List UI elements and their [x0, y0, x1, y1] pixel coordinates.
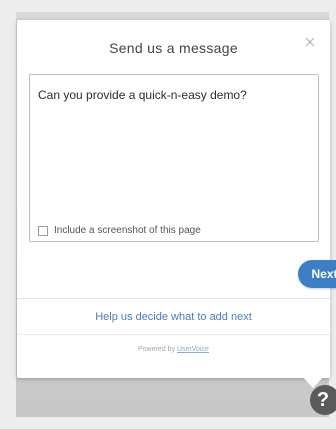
next-button[interactable]: Next	[298, 260, 336, 288]
screenshot-stage: Send us a message Can you provide a quic…	[0, 0, 336, 429]
divider	[17, 298, 330, 299]
bottom-bar	[0, 418, 336, 429]
powered-by-prefix: Powered by	[138, 346, 176, 353]
close-icon-glyph	[305, 37, 315, 47]
divider	[17, 334, 330, 335]
screenshot-checkbox-label[interactable]: Include a screenshot of this page	[54, 225, 201, 236]
close-icon[interactable]	[304, 36, 316, 48]
message-field[interactable]: Can you provide a quick-n-easy demo? Inc…	[29, 74, 319, 242]
message-text[interactable]: Can you provide a quick-n-easy demo?	[38, 87, 310, 103]
powered-by: Powered by UserVoice	[17, 346, 330, 353]
dialog-title: Send us a message	[109, 40, 238, 56]
help-link[interactable]: Help us decide what to add next	[17, 311, 330, 323]
contact-dialog: Send us a message Can you provide a quic…	[17, 20, 336, 378]
question-mark-icon[interactable]: ?	[310, 385, 336, 415]
screenshot-option[interactable]: Include a screenshot of this page	[38, 225, 201, 236]
screenshot-checkbox[interactable]	[38, 225, 48, 236]
help-fab-glyph: ?	[316, 388, 330, 411]
powered-by-link[interactable]: UserVoice	[177, 346, 209, 353]
dialog-header: Send us a message	[17, 20, 330, 76]
